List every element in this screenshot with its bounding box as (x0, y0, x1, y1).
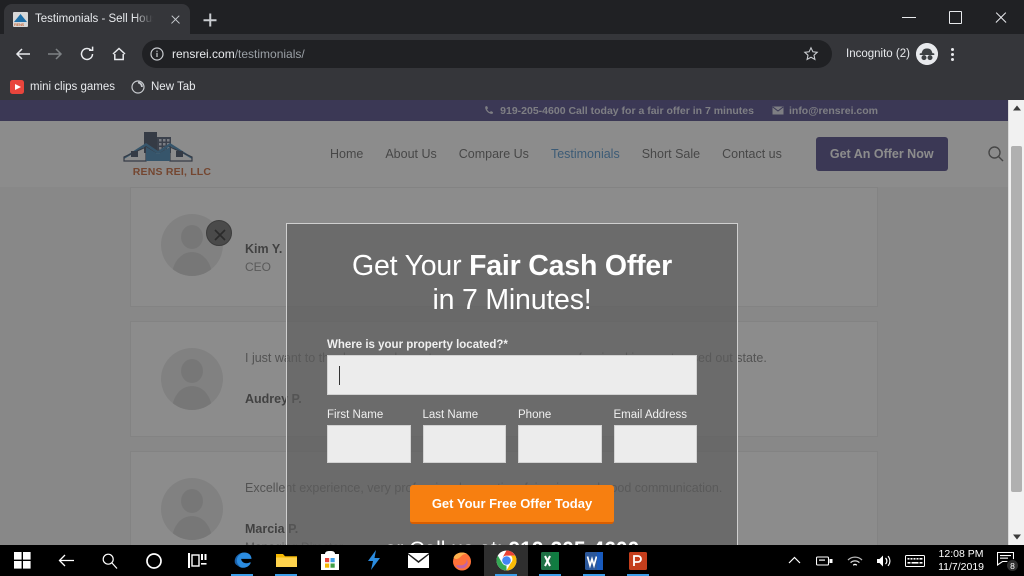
browser-window: RENS Testimonials - Sell House Fast R (0, 0, 1024, 545)
bookmark-label: mini clips games (30, 81, 115, 93)
modal-heading-line2: in 7 Minutes! (432, 283, 592, 316)
reload-icon[interactable] (72, 39, 102, 69)
field-first-name: First Name (327, 409, 411, 464)
field-last-name: Last Name (422, 409, 506, 464)
word-icon[interactable] (572, 545, 616, 576)
browser-toolbar: rensrei.com/testimonials/ Incognito (2) (0, 34, 1024, 74)
tab-close-icon[interactable] (167, 11, 184, 28)
submit-offer-button[interactable]: Get Your Free Offer Today (409, 485, 615, 525)
field-label: Email Address (613, 409, 688, 422)
page-scrollbar[interactable] (1008, 100, 1024, 545)
scroll-down-arrow[interactable] (1009, 529, 1024, 545)
modal-heading: Get Your Fair Cash Offer in 7 Minutes! (327, 250, 697, 317)
maximize-icon[interactable] (932, 0, 978, 34)
minimize-icon[interactable] (886, 0, 932, 34)
field-label: Phone (518, 409, 552, 422)
youtube-icon (10, 80, 24, 94)
bookmarks-bar: mini clips games New Tab (0, 74, 1024, 100)
field-label: Last Name (422, 409, 479, 422)
property-location-label: Where is your property located?* (327, 339, 508, 352)
bookmark-new-tab[interactable]: New Tab (131, 80, 196, 94)
chrome-icon[interactable] (484, 545, 528, 576)
contact-fields: First Name Last Name Phone Email Address (327, 409, 697, 464)
bookmark-star-icon[interactable] (798, 41, 824, 67)
close-circle-icon[interactable] (206, 220, 232, 246)
three-dot-menu-icon[interactable] (940, 39, 966, 69)
offer-modal: Get Your Fair Cash Offer in 7 Minutes! W… (286, 223, 738, 545)
device-icon[interactable] (810, 545, 838, 576)
clock-date: 11/7/2019 (938, 560, 984, 573)
incognito-label: Incognito (2) (846, 48, 910, 60)
new-tab-button[interactable] (196, 6, 224, 34)
field-phone: Phone (518, 409, 602, 464)
chevron-up-icon[interactable] (780, 545, 808, 576)
mail-envelope-icon[interactable] (396, 545, 440, 576)
firefox-icon[interactable] (440, 545, 484, 576)
phone-input[interactable] (518, 425, 602, 464)
start-button[interactable] (0, 545, 44, 576)
close-icon[interactable] (978, 0, 1024, 34)
first-name-input[interactable] (327, 425, 411, 464)
call-number[interactable]: 919-205-4600 (508, 538, 639, 545)
back-arrow-icon[interactable] (44, 545, 88, 576)
field-label: First Name (327, 409, 384, 422)
edge-icon[interactable] (220, 545, 264, 576)
home-icon[interactable] (104, 39, 134, 69)
wifi-icon[interactable] (840, 545, 868, 576)
task-view-icon[interactable] (176, 545, 220, 576)
address-bar[interactable]: rensrei.com/testimonials/ (142, 40, 832, 68)
folder-icon[interactable] (264, 545, 308, 576)
scroll-up-arrow[interactable] (1009, 100, 1024, 116)
back-arrow-icon[interactable] (8, 39, 38, 69)
info-circle-icon (150, 47, 164, 61)
new-tab-icon (131, 80, 145, 94)
call-prefix: or Call us at: (385, 538, 509, 545)
property-location-input[interactable] (327, 355, 697, 396)
search-icon[interactable] (88, 545, 132, 576)
last-name-input[interactable] (422, 425, 506, 464)
cortana-circle-icon[interactable] (132, 545, 176, 576)
forward-arrow-icon[interactable] (40, 39, 70, 69)
microsoft-store-icon[interactable] (308, 545, 352, 576)
url-text: rensrei.com/testimonials/ (172, 47, 305, 61)
powerpoint-icon[interactable] (616, 545, 660, 576)
notification-count: 8 (1006, 559, 1019, 572)
url-path: /testimonials/ (234, 47, 305, 61)
page-viewport: 919-205-4600 Call today for a fair offer… (0, 100, 1024, 545)
scrollbar-thumb[interactable] (1011, 146, 1022, 492)
modal-heading-bold: Fair Cash Offer (469, 250, 672, 282)
window-controls (886, 0, 1024, 34)
windows-taskbar: 12:08 PM 11/7/2019 8 (0, 545, 1024, 576)
modal-heading-part1: Get Your (352, 250, 470, 282)
keyboard-icon[interactable] (900, 545, 928, 576)
tab-strip: RENS Testimonials - Sell House Fast R (0, 0, 1024, 34)
incognito-indicator[interactable]: Incognito (2) (846, 43, 938, 65)
speaker-icon[interactable] (870, 545, 898, 576)
site-favicon: RENS (13, 11, 28, 27)
field-email-address: Email Address (613, 409, 697, 464)
system-tray: 12:08 PM 11/7/2019 8 (780, 545, 1024, 576)
url-domain: rensrei.com (172, 47, 235, 61)
taskbar-clock[interactable]: 12:08 PM 11/7/2019 (930, 548, 992, 574)
bookmark-label: New Tab (151, 81, 196, 93)
excel-icon[interactable] (528, 545, 572, 576)
bookmark-mini-clips-games[interactable]: mini clips games (10, 80, 115, 94)
text-caret (339, 366, 340, 386)
clock-time: 12:08 PM (938, 547, 984, 560)
tab-title: Testimonials - Sell House Fast R (35, 13, 160, 25)
modal-call-line: or Call us at: 919-205-4600 (327, 538, 697, 545)
browser-tab[interactable]: RENS Testimonials - Sell House Fast R (4, 4, 190, 34)
notification-icon[interactable]: 8 (994, 545, 1020, 576)
email-address-input[interactable] (613, 425, 697, 464)
lightning-bolt-icon[interactable] (352, 545, 396, 576)
incognito-hat-icon (915, 43, 938, 65)
